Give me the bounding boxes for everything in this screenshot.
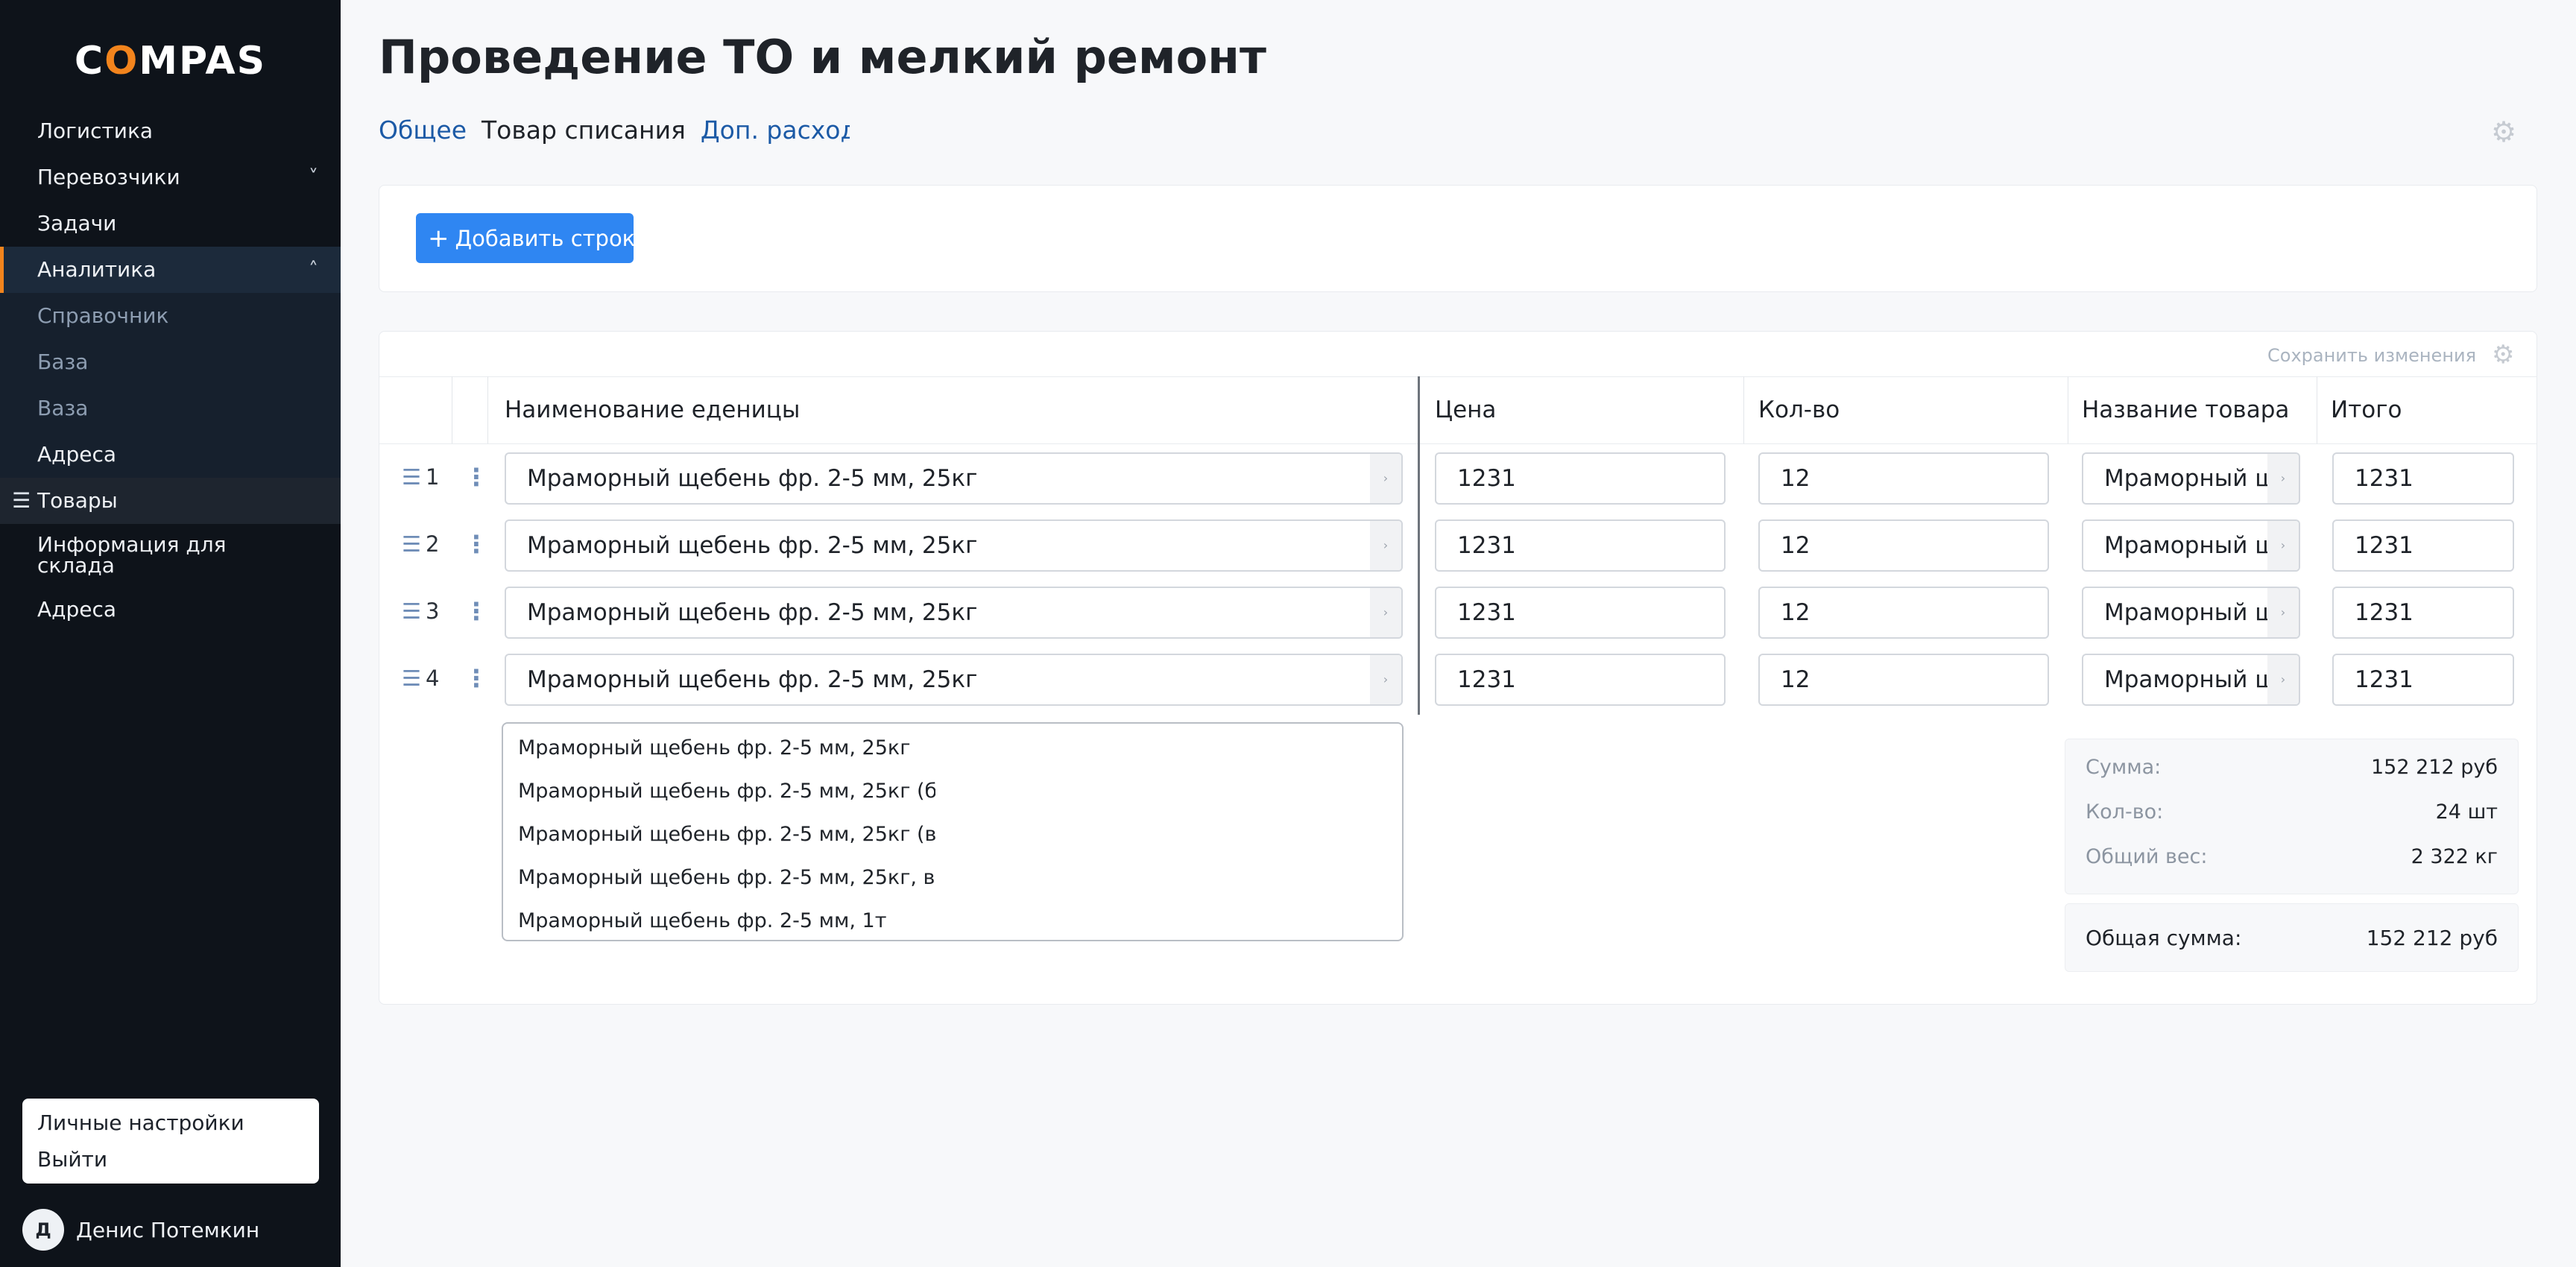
compass-icon: O <box>104 39 139 83</box>
dropdown-option[interactable]: Мраморный щебень фр. 2-5 мм, 25кг, возвр… <box>503 856 935 900</box>
unit-name-select[interactable]: Мраморный щебень фр. 2-5 мм, 25кг › <box>505 452 1403 505</box>
chevron-down-icon: ˅ <box>309 166 318 189</box>
column-header-qty[interactable]: Кол-во <box>1758 376 1840 443</box>
tab-general[interactable]: Общее <box>379 116 467 145</box>
column-header-name[interactable]: Наименование еденицы <box>505 376 800 443</box>
summary-panel: Сумма: 152 212 руб Кол-во: 24 шт Общий вес… <box>2065 739 2519 894</box>
gear-icon[interactable]: ⚙ <box>2491 118 2516 146</box>
total-input[interactable]: 1231 <box>2332 654 2514 706</box>
row-menu-icon[interactable]: ⋮ <box>464 578 488 645</box>
row-menu-icon[interactable]: ⋮ <box>464 443 488 511</box>
qty-input[interactable]: 12 <box>1758 452 2049 505</box>
chevron-right-icon[interactable]: › <box>2267 655 2299 704</box>
product-select[interactable]: Мраморный щебень› <box>2082 587 2300 639</box>
column-header-price[interactable]: Цена <box>1435 376 1496 443</box>
total-input[interactable]: 1231 <box>2332 519 2514 572</box>
tab-extra-expenses[interactable]: Доп. расходы <box>701 116 850 145</box>
sidebar: COMPAS Логистика Перевозчики ˅ Задачи Ана… <box>0 0 341 1267</box>
grand-total: Общая сумма: 152 212 руб <box>2065 903 2519 972</box>
sidebar-item-base[interactable]: База <box>0 339 341 385</box>
total-input[interactable]: 1231 <box>2332 452 2514 505</box>
user-menu-popup: Личные настройки Выйти <box>22 1099 319 1184</box>
unit-name-select[interactable]: Мраморный щебень фр. 2-5 мм, 25кг › <box>505 654 1403 706</box>
summary-weight: Общий вес: 2 322 кг <box>2086 845 2498 868</box>
row-number[interactable]: ☰ 2 <box>402 511 439 578</box>
add-row-label: Добавить строку <box>455 225 634 251</box>
price-input[interactable]: 1231 <box>1435 587 1726 639</box>
page-title: Проведение ТО и мелкий ремонт <box>379 30 1266 84</box>
row-menu-icon[interactable]: ⋮ <box>464 511 488 578</box>
dropdown-option[interactable]: Мраморный щебень фр. 2-5 мм, 25кг (валом… <box>503 813 935 856</box>
menu-icon: ☰ <box>12 488 31 513</box>
qty-input[interactable]: 12 <box>1758 654 2049 706</box>
drag-handle-icon[interactable]: ☰ <box>402 666 421 691</box>
product-select[interactable]: Мраморный щебень› <box>2082 519 2300 572</box>
personal-settings-item[interactable]: Личные настройки <box>22 1105 319 1141</box>
row-number[interactable]: ☰ 1 <box>402 443 439 511</box>
price-input[interactable]: 1231 <box>1435 452 1726 505</box>
add-row-button[interactable]: + Добавить строку <box>416 213 634 263</box>
price-input[interactable]: 1231 <box>1435 654 1726 706</box>
row-number[interactable]: ☰ 3 <box>402 578 439 645</box>
summary-qty: Кол-во: 24 шт <box>2086 800 2498 824</box>
table-row: ☰ 3 ⋮ Мраморный щебень фр. 2-5 мм, 25кг › … <box>379 578 2538 645</box>
table-gear-icon[interactable]: ⚙ <box>2492 342 2514 367</box>
dropdown-option[interactable]: Мраморный щебень фр. 2-5 мм, 25кг (белый… <box>503 770 935 813</box>
sidebar-item-analytics[interactable]: Аналитика ˄ <box>0 247 341 293</box>
chevron-right-icon[interactable]: › <box>2267 588 2299 637</box>
tab-bar: Общее Товар списания Доп. расходы <box>379 116 865 145</box>
drag-handle-icon[interactable]: ☰ <box>402 464 421 490</box>
sidebar-item-carriers[interactable]: Перевозчики ˅ <box>0 154 341 200</box>
price-input[interactable]: 1231 <box>1435 519 1726 572</box>
user-name: Денис Потемкин <box>76 1217 260 1242</box>
row-menu-icon[interactable]: ⋮ <box>464 645 488 712</box>
chevron-right-icon[interactable]: › <box>2267 454 2299 503</box>
chevron-right-icon[interactable]: › <box>1370 521 1401 570</box>
tab-write-off-goods[interactable]: Товар списания <box>482 116 686 145</box>
row-number[interactable]: ☰ 4 <box>402 645 439 712</box>
summary-sum: Сумма: 152 212 руб <box>2086 756 2498 779</box>
table-card: Сохранить изменения ⚙ Наименование едени… <box>379 331 2537 1005</box>
product-select[interactable]: Мраморный щебень› <box>2082 654 2300 706</box>
sidebar-item-directory[interactable]: Справочник <box>0 293 341 339</box>
chevron-right-icon[interactable]: › <box>2267 521 2299 570</box>
dropdown-option[interactable]: Мраморный щебень фр. 2-5 мм, 1т <box>503 900 935 943</box>
chevron-up-icon: ˄ <box>309 259 318 281</box>
sidebar-item-vaza[interactable]: Ваза <box>0 385 341 432</box>
chevron-right-icon[interactable]: › <box>1370 454 1401 503</box>
drag-handle-icon[interactable]: ☰ <box>402 531 421 557</box>
save-changes-button[interactable]: Сохранить изменения <box>2267 345 2476 366</box>
drag-handle-icon[interactable]: ☰ <box>402 598 421 624</box>
column-header-total[interactable]: Итого <box>2331 376 2402 443</box>
avatar: Д <box>22 1209 64 1251</box>
table-row: ☰ 2 ⋮ Мраморный щебень фр. 2-5 мм, 25кг › … <box>379 511 2538 578</box>
table-row: ☰ 1 ⋮ Мраморный щебень фр. 2-5 мм, 25кг › … <box>379 443 2538 511</box>
unit-name-select[interactable]: Мраморный щебень фр. 2-5 мм, 25кг › <box>505 587 1403 639</box>
col-divider <box>487 376 488 443</box>
unit-name-select[interactable]: Мраморный щебень фр. 2-5 мм, 25кг › <box>505 519 1403 572</box>
product-select[interactable]: Мраморный щебень› <box>2082 452 2300 505</box>
table-row: ☰ 4 ⋮ Мраморный щебень фр. 2-5 мм, 25кг › … <box>379 645 2538 712</box>
col-divider <box>1743 376 1744 443</box>
sidebar-item-goods[interactable]: ☰ Товары <box>0 478 341 524</box>
qty-input[interactable]: 12 <box>1758 587 2049 639</box>
logout-item[interactable]: Выйти <box>22 1141 319 1178</box>
dropdown-option[interactable]: Мраморный щебень фр. 2-5 мм, 25кг <box>503 727 935 770</box>
sidebar-nav: Логистика Перевозчики ˅ Задачи Аналитика ˄… <box>0 108 341 633</box>
column-header-product[interactable]: Название товара <box>2082 376 2289 443</box>
app-logo[interactable]: COMPAS <box>0 39 341 83</box>
chevron-right-icon[interactable]: › <box>1370 655 1401 704</box>
qty-input[interactable]: 12 <box>1758 519 2049 572</box>
total-input[interactable]: 1231 <box>2332 587 2514 639</box>
plus-icon: + <box>428 223 449 253</box>
sidebar-item-tasks[interactable]: Задачи <box>0 200 341 247</box>
sidebar-item-warehouse-info[interactable]: Информация для склада <box>0 524 341 587</box>
unit-name-dropdown: Мраморный щебень фр. 2-5 мм, 25кг Мрамор… <box>502 722 1404 941</box>
sidebar-item-logistics[interactable]: Логистика <box>0 108 341 154</box>
toolbar-card: + Добавить строку <box>379 185 2537 292</box>
sidebar-item-addresses[interactable]: Адреса <box>0 432 341 478</box>
sidebar-item-addresses-2[interactable]: Адреса <box>0 587 341 633</box>
user-profile[interactable]: Д Денис Потемкин <box>22 1207 277 1252</box>
chevron-right-icon[interactable]: › <box>1370 588 1401 637</box>
